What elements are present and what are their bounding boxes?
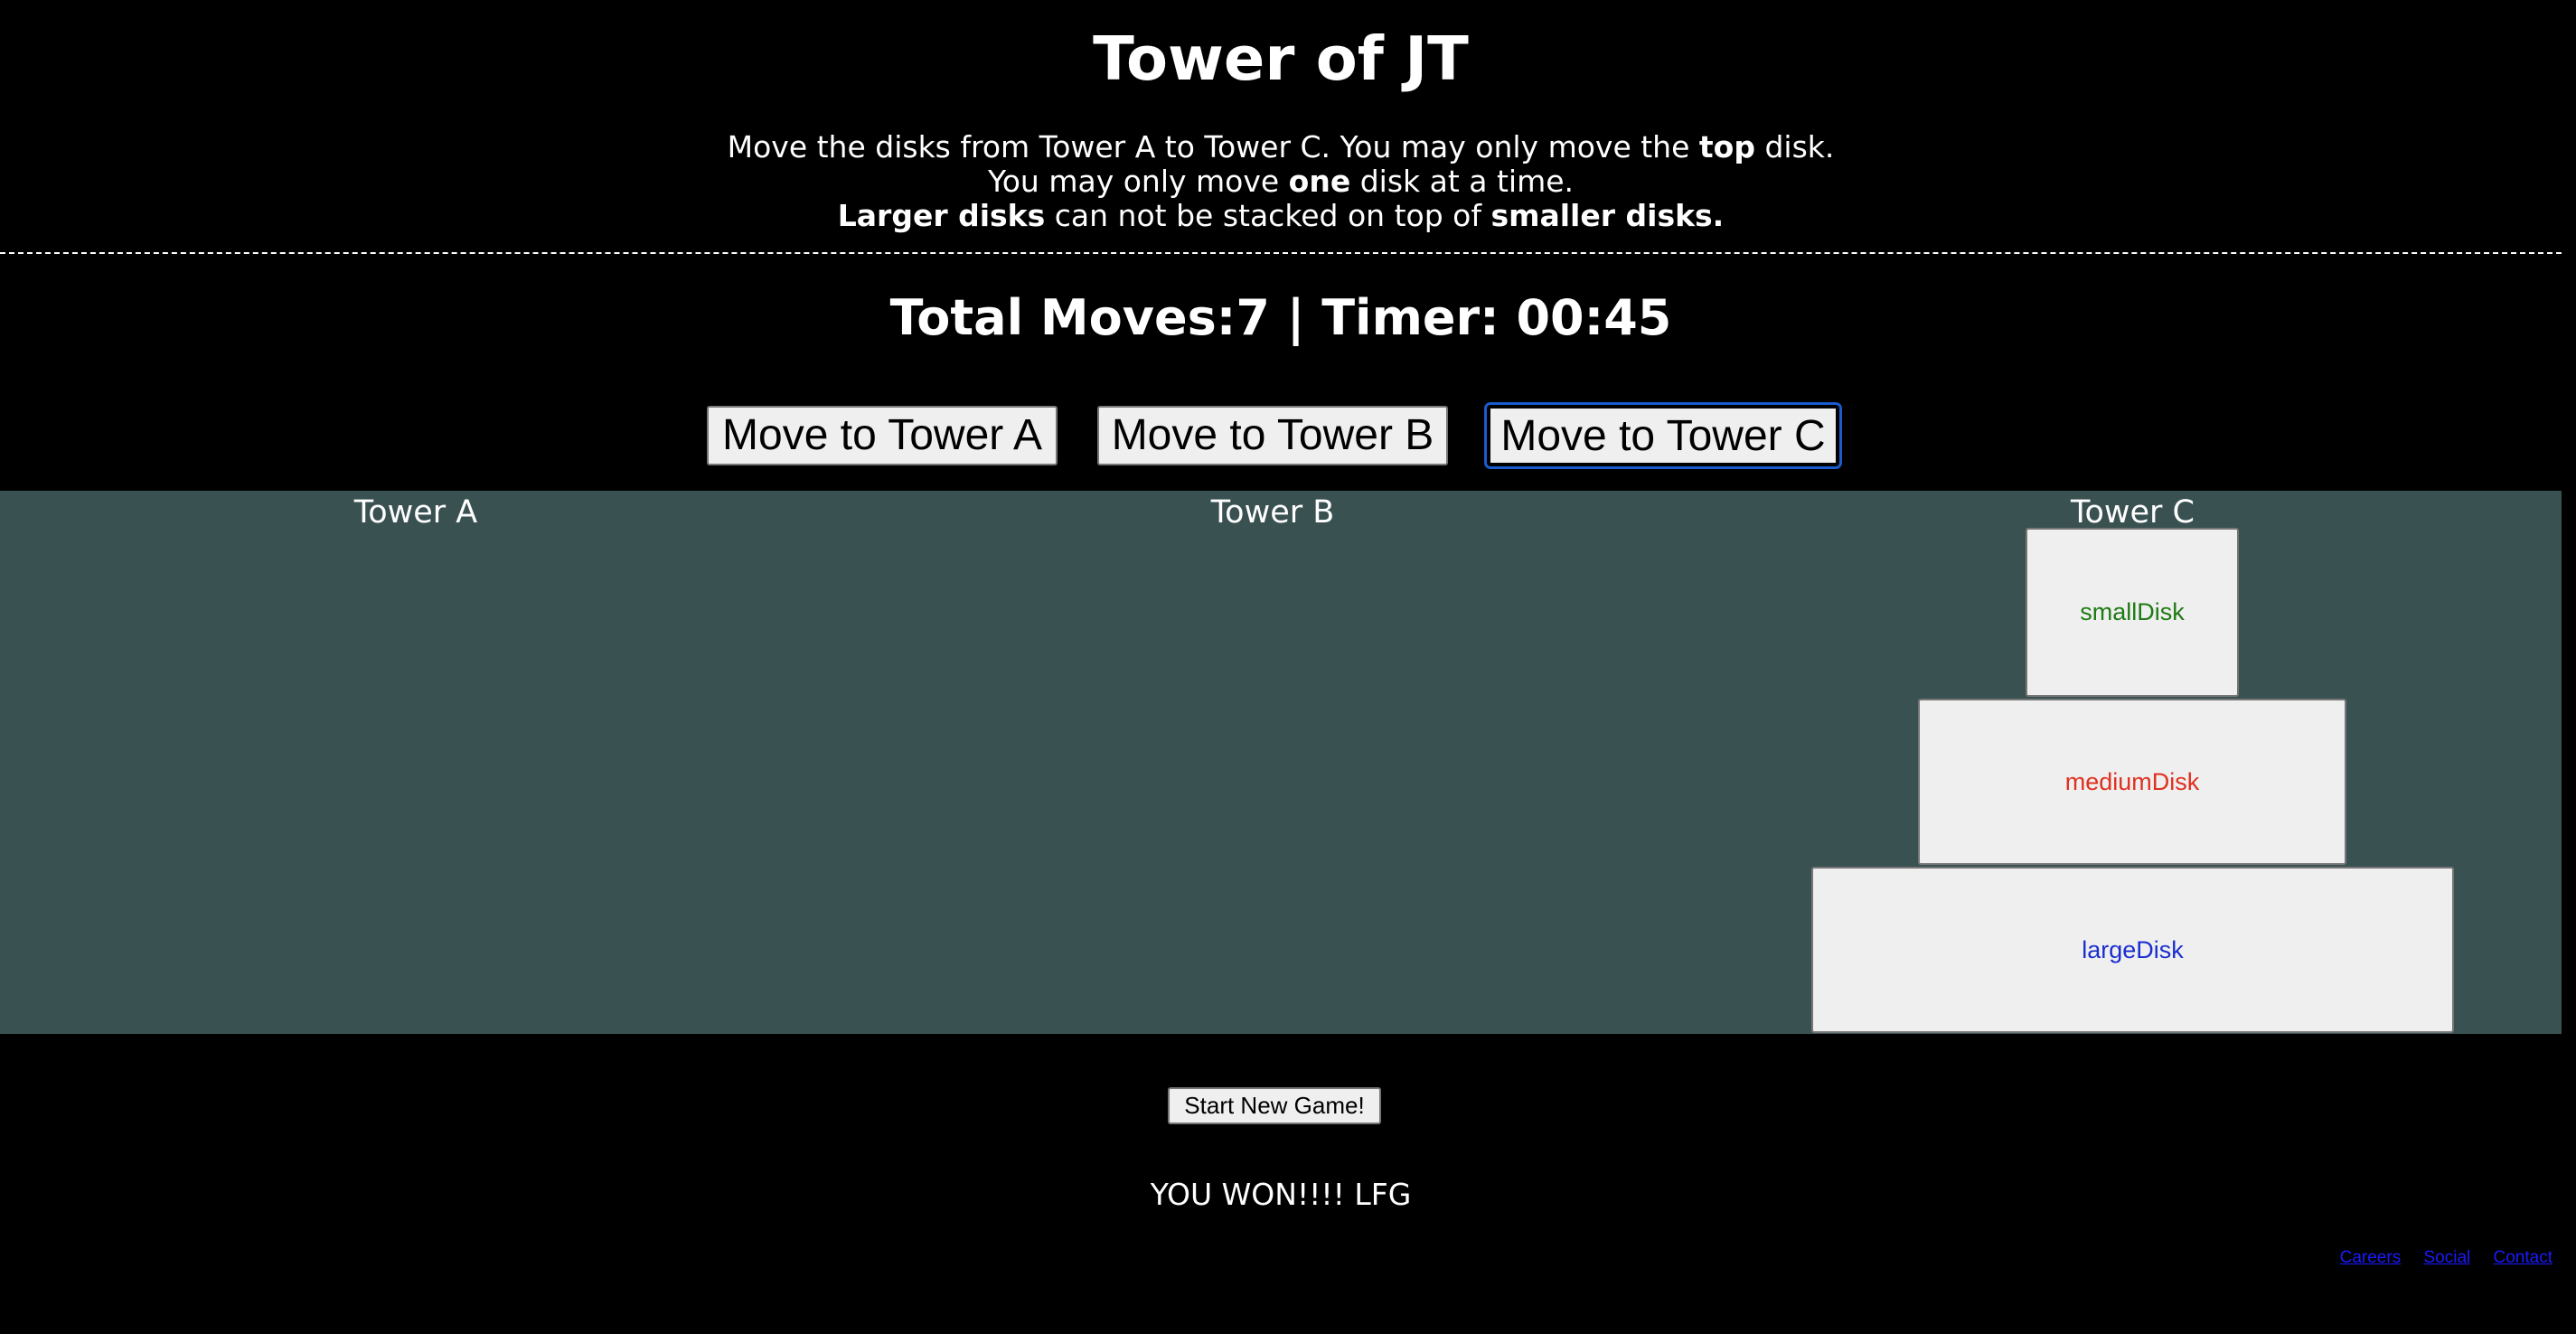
- moves-timer-status: Total Moves:7 | Timer: 00:45: [889, 289, 1672, 346]
- rules-line-1-prefix: Move the disks from Tower A to Tower C. …: [727, 129, 1699, 164]
- small-disk[interactable]: smallDisk: [2026, 528, 2239, 697]
- move-to-tower-a-button[interactable]: Move to Tower A: [707, 406, 1058, 465]
- footer-link-contact[interactable]: Contact: [2494, 1248, 2552, 1267]
- tower-a-label: Tower A: [353, 494, 478, 531]
- rules-line-3: Larger disks can not be stacked on top o…: [0, 199, 2562, 233]
- rules-line-1-suffix: disk.: [1754, 129, 1835, 164]
- move-to-tower-b-button[interactable]: Move to Tower B: [1097, 406, 1448, 465]
- rules-line-2-bold: one: [1288, 164, 1351, 199]
- rules-line-3-mid: can not be stacked on top of: [1045, 198, 1491, 233]
- rules-text: Move the disks from Tower A to Tower C. …: [0, 130, 2562, 233]
- page-title: Tower of JT: [1093, 23, 1469, 94]
- tower-c-label: Tower C: [2071, 494, 2195, 531]
- rules-line-2-suffix: disk at a time.: [1350, 164, 1575, 199]
- rules-line-2: You may only move one disk at a time.: [0, 164, 2562, 199]
- medium-disk[interactable]: mediumDisk: [1918, 699, 2346, 865]
- dashed-divider: [0, 252, 2562, 254]
- rules-line-1: Move the disks from Tower A to Tower C. …: [0, 130, 2562, 164]
- footer-links: Careers Social Contact: [2322, 1248, 2552, 1268]
- rules-line-2-prefix: You may only move: [987, 164, 1289, 199]
- rules-line-3-bold-1: Larger disks: [837, 198, 1046, 233]
- start-new-game-button[interactable]: Start New Game!: [1168, 1087, 1381, 1124]
- tower-b[interactable]: Tower B: [857, 491, 1688, 1034]
- large-disk[interactable]: largeDisk: [1811, 867, 2454, 1033]
- tower-a[interactable]: Tower A: [0, 491, 832, 1034]
- tower-b-label: Tower B: [1210, 494, 1335, 531]
- rules-line-3-bold-2: smaller disks.: [1490, 198, 1725, 233]
- footer-link-careers[interactable]: Careers: [2340, 1248, 2402, 1267]
- rules-line-1-bold: top: [1698, 129, 1755, 164]
- footer-link-social[interactable]: Social: [2423, 1248, 2470, 1267]
- win-message: YOU WON!!!! LFG: [1150, 1177, 1412, 1212]
- move-to-tower-c-button[interactable]: Move to Tower C: [1484, 402, 1842, 469]
